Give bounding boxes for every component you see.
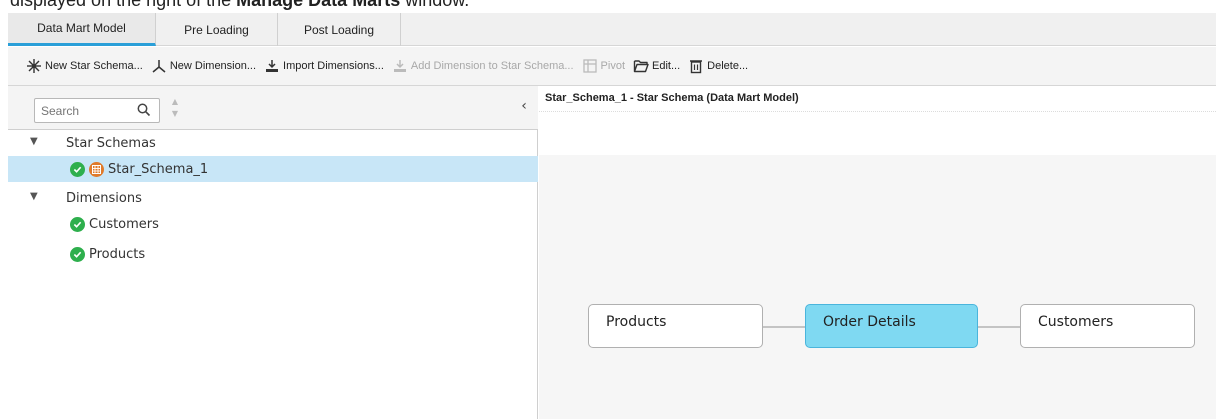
search-icon[interactable] (137, 103, 151, 117)
import-icon (264, 58, 280, 74)
import-dimensions-button[interactable]: Import Dimensions... (264, 58, 384, 74)
expand-triangle-icon[interactable]: ▼ (30, 191, 40, 202)
status-ok-icon (70, 161, 85, 177)
expand-triangle-icon[interactable]: ▼ (30, 136, 40, 147)
caption-suffix: window. (400, 0, 470, 10)
add-dimension-label: Add Dimension to Star Schema... (410, 60, 574, 72)
fact-node-order-details[interactable]: Order Details (805, 304, 978, 348)
collapse-panel-icon[interactable]: ‹ (516, 98, 532, 114)
search-box (34, 98, 160, 123)
pivot-label: Pivot (600, 60, 626, 72)
delete-button[interactable]: Delete... (688, 58, 748, 74)
document-caption: displayed on the right of the Manage Dat… (10, 0, 469, 12)
tree-item-products[interactable]: Products (8, 241, 538, 267)
star-schema-icon (26, 58, 42, 74)
diagram-panel: Star_Schema_1 - Star Schema (Data Mart M… (539, 86, 1216, 419)
tree-item-label: Star_Schema_1 (108, 161, 209, 177)
edit-button[interactable]: Edit... (633, 58, 680, 74)
tab-bar: Data Mart Model Pre Loading Post Loading (8, 13, 1216, 46)
tree-item-customers[interactable]: Customers (8, 211, 538, 237)
connector-line (763, 326, 805, 328)
tree-item-star-schema-1[interactable]: Star_Schema_1 (8, 156, 538, 182)
search-input[interactable] (41, 100, 137, 121)
schema-tree-panel: ▲▼ ‹ ▼ Star Schemas Star_Schema_1 ▼ Dime… (8, 86, 538, 419)
new-star-schema-button[interactable]: New Star Schema... (26, 58, 143, 74)
edit-label: Edit... (652, 60, 681, 72)
tree-group-dimensions[interactable]: ▼ Dimensions (8, 185, 538, 211)
star-schema-icon (89, 161, 104, 177)
tree-group-label: Star Schemas (66, 135, 156, 151)
folder-open-icon (633, 58, 649, 74)
add-dimension-icon (392, 58, 408, 74)
tree-group-label: Dimensions (66, 190, 142, 206)
caption-prefix: displayed on the right of the (10, 0, 237, 10)
connector-line (977, 326, 1021, 328)
diagram-header-area (539, 112, 1216, 155)
dimension-icon (151, 58, 167, 74)
pivot-icon (582, 58, 598, 74)
scroll-arrows[interactable]: ▲ ▼ (170, 96, 180, 124)
new-dimension-button[interactable]: New Dimension... (151, 58, 256, 74)
tab-data-mart-model[interactable]: Data Mart Model (8, 13, 156, 46)
caption-bold: Manage Data Marts (236, 0, 401, 10)
tree-panel-header: ▲▼ ‹ (8, 86, 538, 130)
tab-pre-loading[interactable]: Pre Loading (156, 13, 278, 46)
new-dimension-label: New Dimension... (169, 60, 257, 72)
status-ok-icon (70, 246, 85, 262)
tab-post-loading[interactable]: Post Loading (278, 13, 401, 46)
schema-tree: ▼ Star Schemas Star_Schema_1 ▼ Dimension… (8, 130, 538, 267)
add-dimension-button[interactable]: Add Dimension to Star Schema... (392, 58, 574, 74)
pivot-button[interactable]: Pivot (582, 58, 625, 74)
toolbar: New Star Schema... New Dimension... Impo… (8, 47, 1216, 86)
new-star-schema-label: New Star Schema... (45, 60, 143, 72)
tree-item-label: Customers (89, 216, 159, 232)
delete-label: Delete... (707, 60, 749, 72)
status-ok-icon (70, 216, 85, 232)
diagram-title: Star_Schema_1 - Star Schema (Data Mart M… (539, 86, 1216, 112)
dimension-node-customers[interactable]: Customers (1020, 304, 1195, 348)
trash-icon (688, 58, 704, 74)
import-dimensions-label: Import Dimensions... (283, 60, 384, 72)
tree-group-star-schemas[interactable]: ▼ Star Schemas (8, 130, 538, 156)
tree-item-label: Products (89, 246, 146, 262)
dimension-node-products[interactable]: Products (588, 304, 763, 348)
